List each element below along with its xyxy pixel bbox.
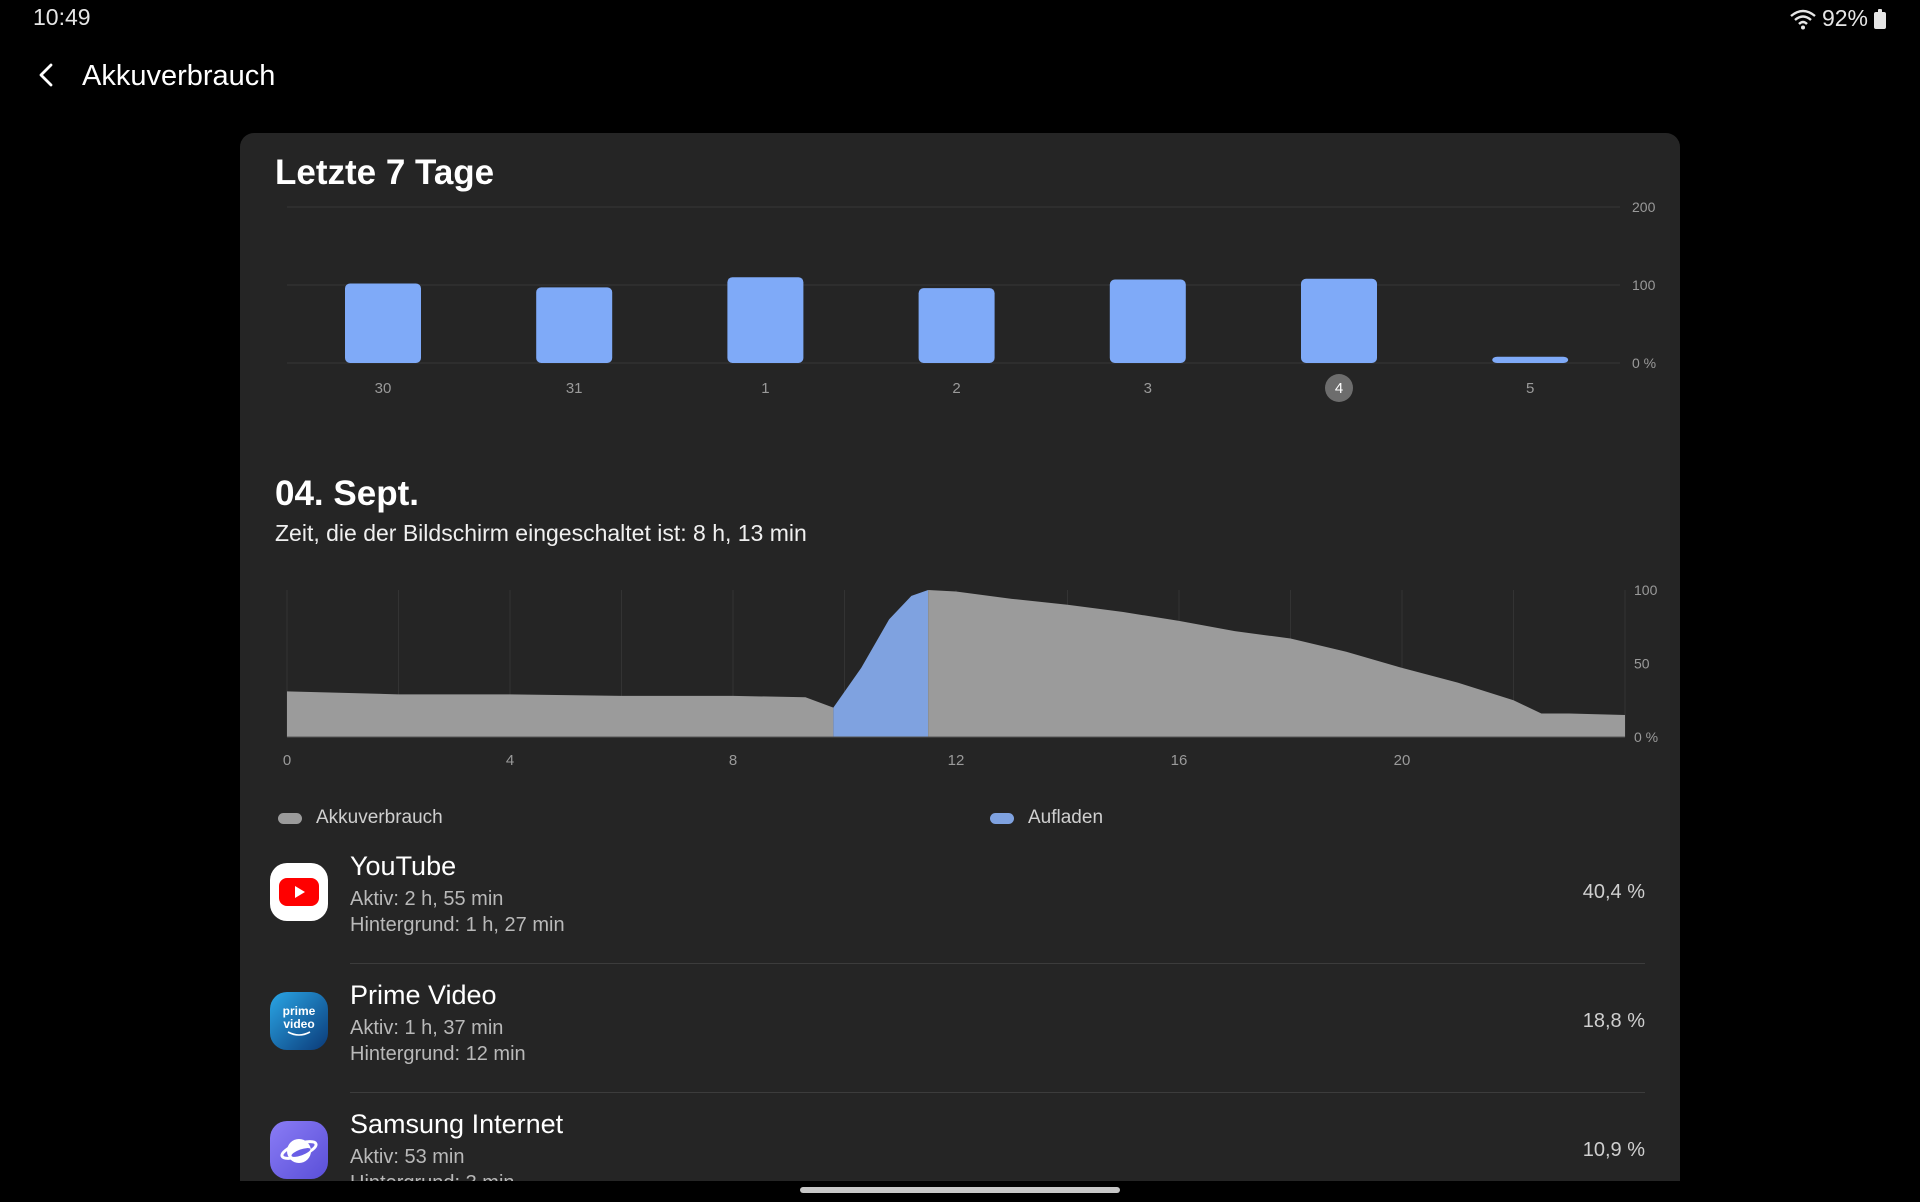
y-tick-label: 0 % [1632, 355, 1656, 371]
y-tick-label: 100 [1632, 277, 1656, 293]
app-active-time: Aktiv: 53 min [350, 1146, 465, 1168]
app-background-time: Hintergrund: 1 h, 27 min [350, 914, 565, 936]
app-background-time: Hintergrund: 3 min [350, 1172, 515, 1181]
legend-usage: Akkuverbrauch [278, 803, 443, 833]
x-tick-label: 3 [1144, 380, 1152, 397]
y-tick-label: 50 [1634, 656, 1650, 672]
x-tick-label: 30 [375, 380, 392, 397]
youtube-icon [270, 863, 328, 921]
app-active-time: Aktiv: 2 h, 55 min [350, 888, 504, 910]
app-bar: Akkuverbrauch [0, 50, 1920, 104]
app-background-time: Hintergrund: 12 min [350, 1043, 526, 1065]
y-tick-label: 200 [1632, 199, 1656, 215]
area-series-2 [928, 590, 1625, 737]
battery-icon [1874, 8, 1886, 29]
bar-1 [727, 277, 804, 363]
status-bar: 10:49 92% [0, 0, 1920, 40]
area-series-0 [287, 691, 834, 737]
x-tick-label: 20 [1394, 752, 1411, 769]
bar-4 [1301, 278, 1377, 363]
y-tick-label: 0 % [1634, 729, 1658, 745]
bar-2 [918, 288, 995, 363]
x-tick-label: 12 [948, 752, 965, 769]
app-percent: 40,4 % [1582, 881, 1645, 903]
legend-charging: Aufladen [990, 803, 1103, 833]
app-name: Prime Video [350, 980, 497, 1010]
daily-area-chart[interactable]: 0 % 50 100 0 4 8 12 16 20 [240, 573, 1680, 803]
battery-usage-card: Letzte 7 Tage 0 % 100 200 30 31 1 2 3 4 5 04. Sep… [240, 133, 1680, 1181]
app-name: YouTube [350, 851, 457, 881]
bar-31 [536, 287, 613, 363]
x-tick-label: 4 [1335, 380, 1343, 397]
bar-3 [1109, 279, 1186, 363]
app-active-time: Aktiv: 1 h, 37 min [350, 1017, 504, 1039]
x-tick-label: 8 [729, 752, 737, 769]
x-tick-label: 1 [761, 380, 769, 397]
x-tick-label: 31 [566, 380, 583, 397]
weekly-bar-chart[interactable]: 0 % 100 200 30 31 1 2 3 4 5 [240, 193, 1680, 473]
samsung-internet-icon [270, 1121, 328, 1179]
weekly-title: Letzte 7 Tage [275, 153, 495, 192]
x-tick-label: 5 [1526, 380, 1534, 397]
bar-5 [1492, 356, 1569, 363]
video-logo-text: video [283, 1017, 315, 1031]
x-tick-label: 4 [506, 752, 514, 769]
app-row-samsung-internet[interactable]: Samsung Internet Aktiv: 53 min Hintergru… [240, 1093, 1680, 1181]
screen-time-text: Zeit, die der Bildschirm eingeschaltet i… [275, 520, 807, 546]
legend-usage-swatch [278, 812, 302, 824]
day-title: 04. Sept. [275, 474, 419, 513]
page-title: Akkuverbrauch [82, 60, 276, 92]
legend-charging-swatch [990, 812, 1014, 824]
area-series-1 [833, 590, 929, 737]
x-tick-label: 16 [1171, 752, 1188, 769]
legend-usage-label: Akkuverbrauch [316, 807, 443, 828]
prime-video-icon: prime video [270, 992, 328, 1050]
y-tick-label: 100 [1634, 582, 1658, 598]
navigation-handle[interactable] [800, 1187, 1120, 1193]
app-percent: 18,8 % [1582, 1010, 1645, 1032]
status-right: 92% [1790, 5, 1886, 32]
status-time: 10:49 [33, 4, 91, 30]
app-row-prime-video[interactable]: prime video Prime Video Aktiv: 1 h, 37 m… [240, 964, 1680, 1093]
x-tick-label: 2 [952, 380, 960, 397]
app-name: Samsung Internet [350, 1109, 564, 1139]
back-icon[interactable] [30, 58, 64, 92]
wifi-icon [1790, 9, 1816, 29]
x-tick-label: 0 [283, 752, 291, 769]
bar-30 [345, 283, 421, 363]
app-percent: 10,9 % [1582, 1139, 1645, 1161]
app-row-youtube[interactable]: YouTube Aktiv: 2 h, 55 min Hintergrund: … [240, 835, 1680, 964]
app-usage-list: YouTube Aktiv: 2 h, 55 min Hintergrund: … [240, 835, 1680, 1181]
legend-charging-label: Aufladen [1028, 807, 1104, 828]
battery-percent: 92% [1821, 5, 1868, 31]
